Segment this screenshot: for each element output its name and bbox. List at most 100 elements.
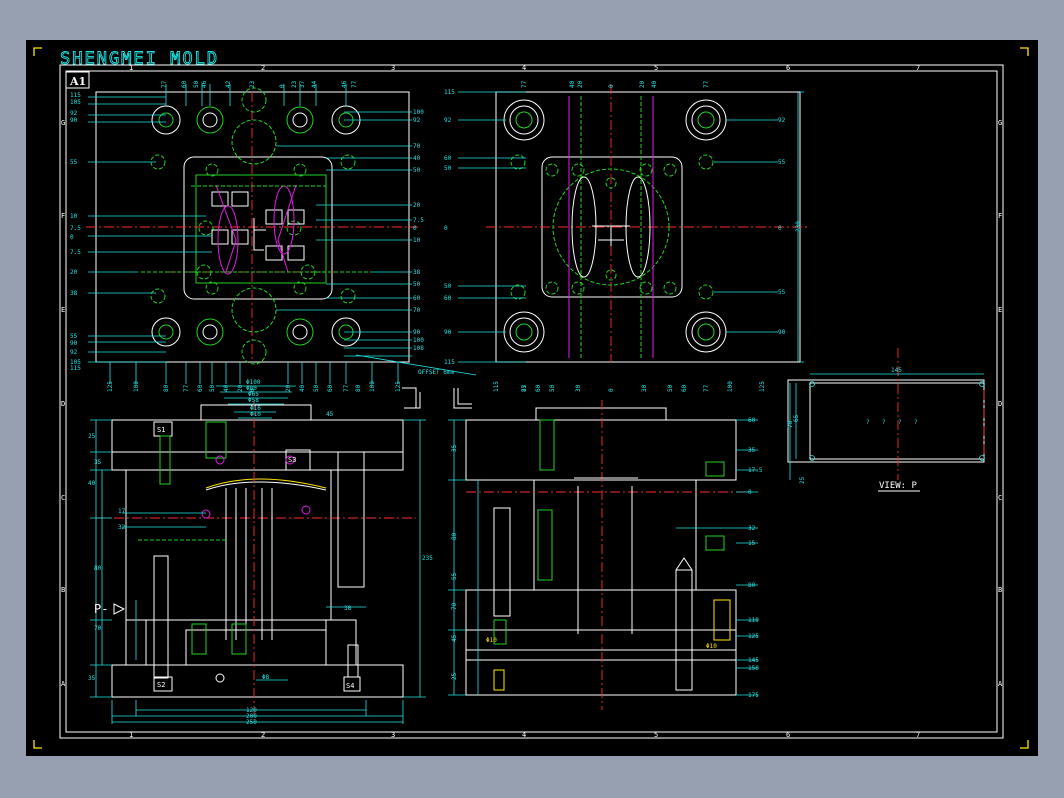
- view-p-marks: ????: [866, 419, 918, 426]
- dimension-text: 150: [748, 665, 759, 672]
- grid-row-labels-left: G F E D C B A: [61, 119, 66, 688]
- dimension-text: 90: [70, 340, 78, 347]
- dimension-text: 15: [748, 540, 756, 547]
- dimension-text: 77: [183, 384, 190, 392]
- section-right-label-a: Φ10: [486, 637, 497, 644]
- plan-view-core: [458, 84, 810, 363]
- dimension-text: 35: [748, 447, 756, 454]
- dimension-text: 50: [193, 80, 200, 88]
- dimension-text: 125: [759, 381, 766, 392]
- grid-row-label: D: [998, 400, 1002, 408]
- section-left-top-dimensions: Φ100Φ80Φ65Φ58Φ16Φ10Φ8: [246, 379, 270, 681]
- dimension-text: 50: [413, 281, 421, 288]
- dimension-text: 80: [748, 582, 756, 589]
- dimension-text: 175: [748, 692, 759, 699]
- view-p-label: VIEW: P: [879, 481, 918, 491]
- dimension-text: 25: [88, 433, 96, 440]
- grid-column-label: 4: [522, 64, 526, 72]
- dimension-text: 90: [778, 329, 786, 336]
- grid-column-label: 1: [129, 731, 133, 739]
- dimension-text: 35: [88, 675, 96, 682]
- dimension-text: 40: [651, 80, 658, 88]
- section-left-part-labels: S1 S2 S4 S3: [157, 426, 354, 690]
- dimension-text: 38: [413, 269, 421, 276]
- dimension-text: 17: [118, 508, 126, 515]
- dimension-text: 20: [413, 202, 421, 209]
- dimension-text: 100: [369, 381, 376, 392]
- dimension-text: 115: [70, 92, 81, 99]
- dimension-text: 145: [748, 657, 759, 664]
- dimension-text: 50: [549, 384, 556, 392]
- grid-row-label: B: [998, 586, 1002, 594]
- dimension-text: 77: [521, 80, 528, 88]
- dimension-text: 115: [444, 89, 455, 96]
- grid-column-label: 7: [916, 64, 920, 72]
- dimension-text: 55: [451, 572, 458, 580]
- dimension-text: 60: [748, 417, 756, 424]
- viewport-corner-marks: [33, 47, 1029, 749]
- dimension-text: 7.5: [413, 217, 424, 224]
- dimension-text: 250: [246, 719, 257, 726]
- view-p-mark: ?: [882, 419, 886, 426]
- dimension-text: 125: [107, 381, 114, 392]
- dimension-text: 125: [748, 633, 759, 640]
- section-left-right-dimensions: 235 38 45: [326, 411, 433, 612]
- dimension-text: 108: [413, 345, 424, 352]
- dimension-text: 77: [351, 80, 358, 88]
- dimension-text: 77: [703, 384, 710, 392]
- plan-view-top-dimensions: 77 60 50 46 42 23 0 23 37 44 46 77: [161, 80, 358, 88]
- sheet-size-label: A1: [69, 75, 86, 88]
- dimension-text: 7.5: [70, 225, 81, 232]
- grid-row-label: B: [61, 586, 65, 594]
- dimension-text: 77: [521, 384, 528, 392]
- dimension-text: 30: [575, 384, 582, 392]
- grid-row-label: G: [998, 119, 1002, 127]
- grid-column-label: 6: [786, 731, 790, 739]
- dimension-text: 35: [451, 444, 458, 452]
- core-view-top-dimensions: 77 40 20 0 20 40 77: [521, 80, 710, 88]
- dimension-text: 10: [413, 237, 421, 244]
- dimension-text: 77: [703, 80, 710, 88]
- grid-row-labels-right: G F E D C B A: [998, 119, 1003, 688]
- view-p: [787, 348, 985, 480]
- dimension-text: 7.5: [70, 249, 81, 256]
- dimension-text: 17.5: [748, 467, 763, 474]
- grid-column-label: 1: [129, 64, 133, 72]
- core-view-left-dimensions: 115 92 60 50 0 50 60 90 115: [444, 89, 455, 366]
- grid-row-label: E: [61, 306, 65, 314]
- dimension-text: 0: [748, 489, 752, 496]
- dimension-text: 32: [118, 524, 126, 531]
- dimension-text: 80: [451, 532, 458, 540]
- dimension-text: 50: [667, 384, 674, 392]
- grid-column-label: 2: [261, 731, 265, 739]
- dimension-text: 60: [181, 80, 188, 88]
- dimension-text: 35: [94, 459, 102, 466]
- dimension-text: Φ10: [250, 411, 261, 418]
- dimension-text: 115: [444, 359, 455, 366]
- grid-row-label: A: [998, 680, 1003, 688]
- grid-column-label: 3: [391, 64, 395, 72]
- dimension-text: 40: [88, 480, 96, 487]
- dimension-text: 40: [569, 80, 576, 88]
- cad-viewport[interactable]: SHENGMEI MOLD A1 1234567 1234567 GFEDCBA…: [26, 40, 1038, 756]
- core-view-bottom-dimensions: 115 8577 60 50 30 0 30 50 60 77 100 125: [493, 381, 766, 392]
- dimension-text: Φ58: [248, 397, 259, 404]
- dimension-text: 42: [225, 80, 232, 88]
- offset-symbols: [402, 387, 472, 409]
- dimension-text: 38: [70, 290, 78, 297]
- dimension-text: 77: [161, 80, 168, 88]
- dimension-text: 44: [311, 80, 318, 88]
- section-right-right-dimensions: 60 35 17.5 0 32 15 80 110 125 145150 175: [748, 417, 763, 699]
- dimension-text: 100: [413, 109, 424, 116]
- dimension-text: 46: [201, 80, 208, 88]
- view-arrow-label: P-: [94, 602, 108, 616]
- core-overall-width: 230: [795, 221, 802, 232]
- dimension-text: 115: [493, 381, 500, 392]
- offset-note: OFFSET 6mm: [418, 369, 455, 376]
- dimension-text: 60: [327, 384, 334, 392]
- dimension-text: 80: [94, 565, 102, 572]
- core-view-right-dimensions: 92 55 0 55 90: [778, 117, 786, 336]
- dimension-text: 80: [355, 384, 362, 392]
- section-view-right: [448, 400, 758, 710]
- dimension-text: 55: [70, 159, 78, 166]
